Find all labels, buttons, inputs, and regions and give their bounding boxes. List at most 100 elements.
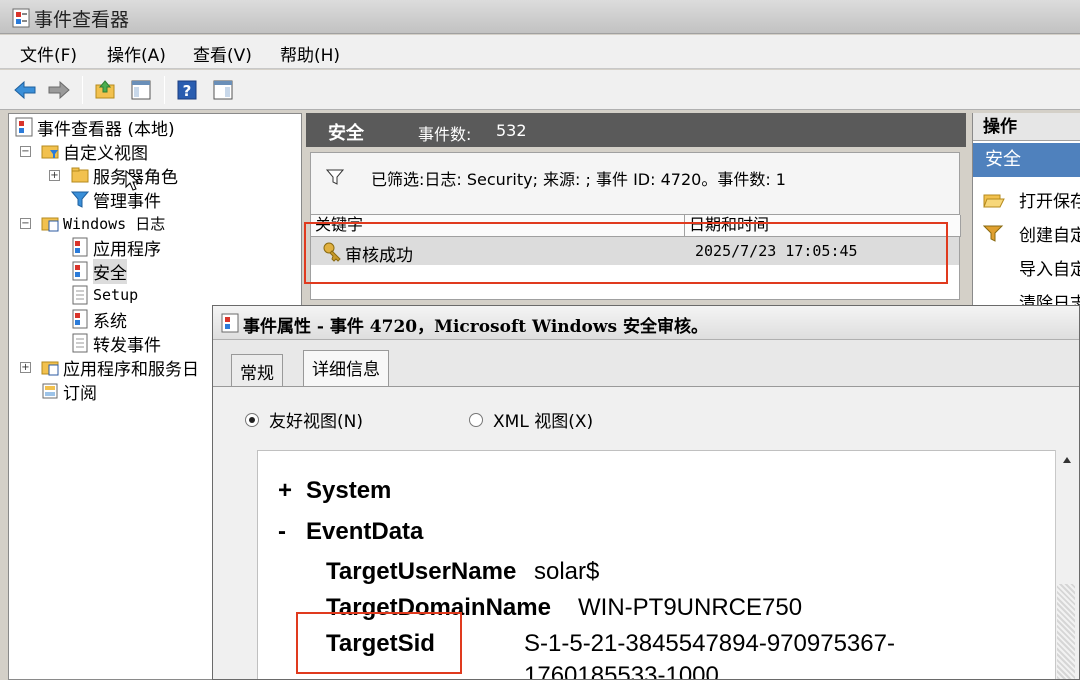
action-create-custom-view[interactable]: 创建自定 bbox=[973, 217, 1080, 249]
action-open-saved[interactable]: 打开保存 bbox=[973, 183, 1080, 215]
event-list: 关键字 日期和时间 审核成功 2025/7/23 17:05:45 bbox=[310, 214, 961, 300]
up-folder-icon[interactable] bbox=[92, 76, 118, 104]
system-toggle[interactable]: + bbox=[278, 477, 292, 505]
show-hide-tree-icon[interactable] bbox=[128, 76, 154, 104]
tree-item-root[interactable]: 事件查看器 (本地) bbox=[15, 115, 175, 140]
radio-label: XML 视图(X) bbox=[493, 412, 594, 432]
action-label: 导入自定 bbox=[1019, 259, 1080, 280]
tree-item-label: Setup bbox=[93, 286, 139, 304]
menu-bar: 文件(F) 操作(A) 查看(V) 帮助(H) bbox=[0, 35, 1080, 69]
tree-item-label: 订阅 bbox=[63, 383, 97, 404]
tree-item-label: Windows 日志 bbox=[63, 214, 166, 233]
radio-selected-icon bbox=[245, 412, 259, 427]
field-target-domain-name-value: WIN-PT9UNRCE750 bbox=[578, 594, 803, 621]
event-count: 532 bbox=[496, 121, 527, 140]
log-icon bbox=[72, 309, 88, 329]
menu-help[interactable]: 帮助(H) bbox=[280, 41, 340, 66]
dialog-title-bar: 事件属性 - 事件 4720，Microsoft Windows 安全审核。 bbox=[213, 306, 1079, 340]
tab-general[interactable]: 常规 bbox=[231, 354, 283, 386]
filter-icon bbox=[325, 169, 345, 185]
column-header-datetime[interactable]: 日期和时间 bbox=[685, 215, 961, 237]
table-row[interactable]: 审核成功 2025/7/23 17:05:45 bbox=[311, 237, 959, 266]
expand-icon[interactable]: + bbox=[49, 170, 60, 181]
field-target-sid-value-continued: 1760185533-1000 bbox=[524, 662, 719, 680]
back-icon[interactable] bbox=[12, 76, 38, 104]
tree-item-label: 自定义视图 bbox=[63, 143, 148, 164]
svg-text:?: ? bbox=[183, 82, 192, 100]
eventdata-node: EventData bbox=[306, 518, 424, 545]
menu-file[interactable]: 文件(F) bbox=[20, 41, 77, 66]
filter-icon bbox=[71, 191, 89, 208]
tree-item-forwarded-events[interactable]: 转发事件 bbox=[71, 331, 161, 356]
actions-sub-header[interactable]: 安全 bbox=[973, 143, 1080, 177]
log-plain-icon bbox=[72, 333, 88, 353]
tree-item-admin-events[interactable]: 管理事件 bbox=[71, 187, 161, 212]
field-target-user-name-value: solar$ bbox=[534, 558, 600, 585]
collapse-icon[interactable]: − bbox=[20, 146, 31, 157]
scroll-up-icon[interactable] bbox=[1062, 456, 1072, 464]
toolbar-separator bbox=[82, 76, 83, 104]
title-bar: 事件查看器 bbox=[0, 0, 1080, 34]
action-label: 创建自定 bbox=[1019, 225, 1080, 246]
folder-logs-icon bbox=[41, 217, 59, 232]
log-icon bbox=[72, 261, 88, 281]
filter-banner: 已筛选:日志: Security; 来源: ; 事件 ID: 4720。事件数:… bbox=[310, 152, 960, 216]
tree-item-label: 应用程序 bbox=[93, 239, 161, 260]
scroll-thumb[interactable] bbox=[1057, 584, 1075, 679]
radio-friendly-view[interactable]: 友好视图(N) bbox=[245, 407, 363, 432]
open-folder-icon bbox=[983, 194, 1005, 208]
event-viewer-icon bbox=[221, 313, 239, 333]
toolbar: ? bbox=[0, 70, 1080, 110]
window-title: 事件查看器 bbox=[34, 9, 130, 31]
radio-label: 友好视图(N) bbox=[269, 412, 363, 432]
event-details-view: + System - EventData TargetUserName sola… bbox=[257, 450, 1057, 680]
help-icon[interactable]: ? bbox=[174, 76, 200, 104]
tree-item-application[interactable]: 应用程序 bbox=[71, 235, 161, 260]
folder-icon bbox=[71, 167, 89, 183]
menu-view[interactable]: 查看(V) bbox=[193, 41, 252, 66]
tree-item-security[interactable]: 安全 bbox=[71, 258, 127, 284]
filter-icon bbox=[983, 225, 1004, 242]
log-icon bbox=[72, 237, 88, 257]
key-icon bbox=[323, 242, 341, 262]
field-target-domain-name: TargetDomainName bbox=[326, 594, 551, 621]
subscription-icon bbox=[42, 383, 58, 399]
field-target-sid: TargetSid bbox=[326, 630, 435, 657]
column-header-keyword[interactable]: 关键字 bbox=[311, 215, 685, 237]
log-plain-icon bbox=[72, 285, 88, 305]
tree-item-apps-services[interactable]: 应用程序和服务日 bbox=[41, 355, 199, 380]
collapse-icon[interactable]: − bbox=[20, 218, 31, 229]
log-header: 安全 事件数: 532 bbox=[306, 113, 966, 147]
folder-filter-icon bbox=[41, 145, 59, 159]
action-label: 打开保存 bbox=[1019, 191, 1080, 212]
field-target-user-name: TargetUserName bbox=[326, 558, 517, 585]
tree-item-label: 应用程序和服务日 bbox=[63, 359, 199, 380]
log-title: 安全 bbox=[328, 123, 364, 144]
folder-logs-icon bbox=[41, 361, 59, 376]
tree-item-windows-logs[interactable]: Windows 日志 bbox=[41, 211, 165, 235]
eventdata-toggle[interactable]: - bbox=[278, 518, 286, 546]
radio-xml-view[interactable]: XML 视图(X) bbox=[469, 407, 593, 432]
tree-item-label: 转发事件 bbox=[93, 335, 161, 356]
show-hide-action-pane-icon[interactable] bbox=[210, 76, 236, 104]
action-import-custom-view[interactable]: 导入自定 bbox=[973, 251, 1080, 283]
tree-item-custom-views[interactable]: 自定义视图 bbox=[41, 139, 148, 164]
tree-item-label: 事件查看器 (本地) bbox=[37, 119, 175, 140]
tab-details[interactable]: 详细信息 bbox=[303, 350, 389, 387]
actions-header: 操作 bbox=[973, 113, 1080, 141]
tree-item-label: 安全 bbox=[93, 258, 127, 284]
system-node: System bbox=[306, 477, 392, 504]
tree-item-subscriptions[interactable]: 订阅 bbox=[41, 379, 97, 404]
tree-item-system[interactable]: 系统 bbox=[71, 307, 127, 332]
forward-icon[interactable] bbox=[46, 76, 72, 104]
event-viewer-icon bbox=[15, 117, 33, 137]
row-keyword: 审核成功 bbox=[345, 246, 413, 266]
event-properties-dialog: 事件属性 - 事件 4720，Microsoft Windows 安全审核。 常… bbox=[212, 305, 1080, 680]
dialog-title: 事件属性 - 事件 4720，Microsoft Windows 安全审核。 bbox=[243, 317, 709, 337]
tree-item-label: 系统 bbox=[93, 311, 127, 332]
menu-action[interactable]: 操作(A) bbox=[107, 41, 166, 66]
toolbar-separator bbox=[164, 76, 165, 104]
expand-icon[interactable]: + bbox=[20, 362, 31, 373]
mouse-cursor-icon bbox=[125, 170, 140, 191]
tree-item-setup[interactable]: Setup bbox=[71, 283, 138, 307]
